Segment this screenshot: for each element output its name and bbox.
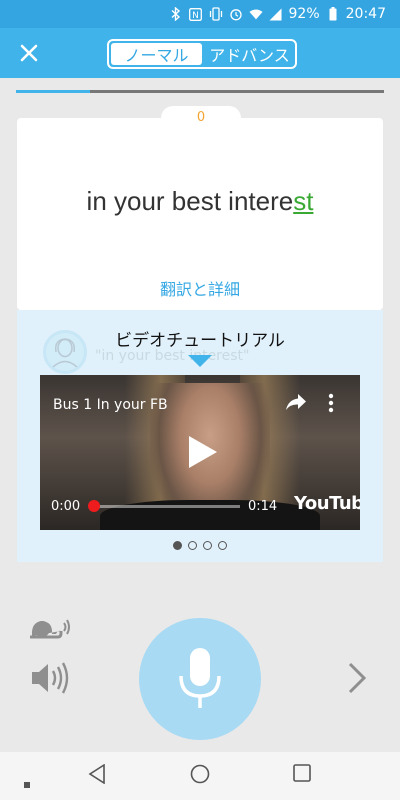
carousel-dot[interactable] — [218, 541, 227, 550]
playback-controls — [0, 562, 400, 752]
status-bar: N 92% 20:47 — [0, 0, 400, 28]
slow-audio-button[interactable] — [28, 612, 72, 642]
score-badge: 0 — [161, 106, 241, 130]
lesson-progress-bar — [16, 90, 384, 93]
video-scrub-handle[interactable] — [88, 500, 100, 512]
mode-toggle: ノーマル アドバンス — [107, 39, 297, 69]
svg-text:N: N — [192, 11, 199, 21]
recent-apps-icon[interactable] — [293, 764, 311, 786]
faded-phrase-text: "in your best interest" — [95, 348, 250, 364]
tab-normal[interactable]: ノーマル — [111, 43, 202, 65]
signal-icon — [269, 7, 283, 21]
battery-percent: 92% — [288, 6, 320, 22]
carousel-dot[interactable] — [188, 541, 197, 550]
battery-icon — [326, 7, 340, 21]
tab-advanced[interactable]: アドバンス — [204, 41, 295, 67]
vibrate-icon — [209, 7, 223, 21]
phrase-highlight-text: st — [293, 186, 314, 216]
play-button[interactable] — [180, 429, 226, 475]
phrase-main-text: in your best intere — [86, 186, 294, 216]
back-icon[interactable] — [88, 763, 106, 788]
video-tutorial-panel: ビデオチュートリアル "in your best interest" Bus 1… — [17, 310, 383, 562]
carousel-dot[interactable] — [203, 541, 212, 550]
record-microphone-button[interactable] — [139, 618, 261, 740]
home-icon[interactable] — [190, 764, 210, 788]
close-button[interactable] — [14, 38, 44, 68]
microphone-icon — [179, 648, 221, 708]
recent-dot-icon[interactable] — [24, 773, 30, 792]
target-phrase: in your best interest — [17, 186, 383, 217]
lesson-progress-fill — [16, 90, 90, 93]
alarm-icon — [229, 7, 243, 21]
nfc-icon: N — [189, 7, 203, 21]
video-title: Bus 1 In your FB — [53, 397, 168, 413]
pointer-arrow — [188, 355, 212, 367]
carousel-page-dots — [17, 541, 383, 550]
youtube-logo[interactable]: YouTube — [294, 493, 360, 514]
translation-details-link[interactable]: 翻訳と詳細 — [17, 276, 383, 300]
clock: 20:47 — [345, 6, 386, 22]
close-icon — [20, 44, 38, 62]
wifi-icon — [248, 7, 263, 21]
android-navigation-bar — [0, 752, 400, 800]
bluetooth-icon — [169, 7, 183, 21]
video-current-time: 0:00 — [51, 499, 81, 514]
more-options-icon[interactable] — [328, 393, 334, 417]
play-icon — [189, 436, 217, 468]
video-scrub-track[interactable] — [90, 505, 240, 508]
next-button[interactable] — [344, 660, 370, 696]
speaker-icon — [32, 662, 69, 694]
app-header: ノーマル アドバンス — [0, 28, 400, 78]
phrase-card: 0 in your best interest 翻訳と詳細 — [17, 106, 383, 310]
share-icon[interactable] — [285, 393, 307, 415]
play-audio-button[interactable] — [30, 660, 70, 696]
chevron-right-icon — [348, 662, 367, 694]
video-duration: 0:14 — [248, 499, 278, 514]
carousel-dot[interactable] — [173, 541, 182, 550]
snail-icon — [30, 619, 70, 639]
video-player[interactable]: Bus 1 In your FB 0:00 0:14 YouTube — [40, 375, 360, 530]
